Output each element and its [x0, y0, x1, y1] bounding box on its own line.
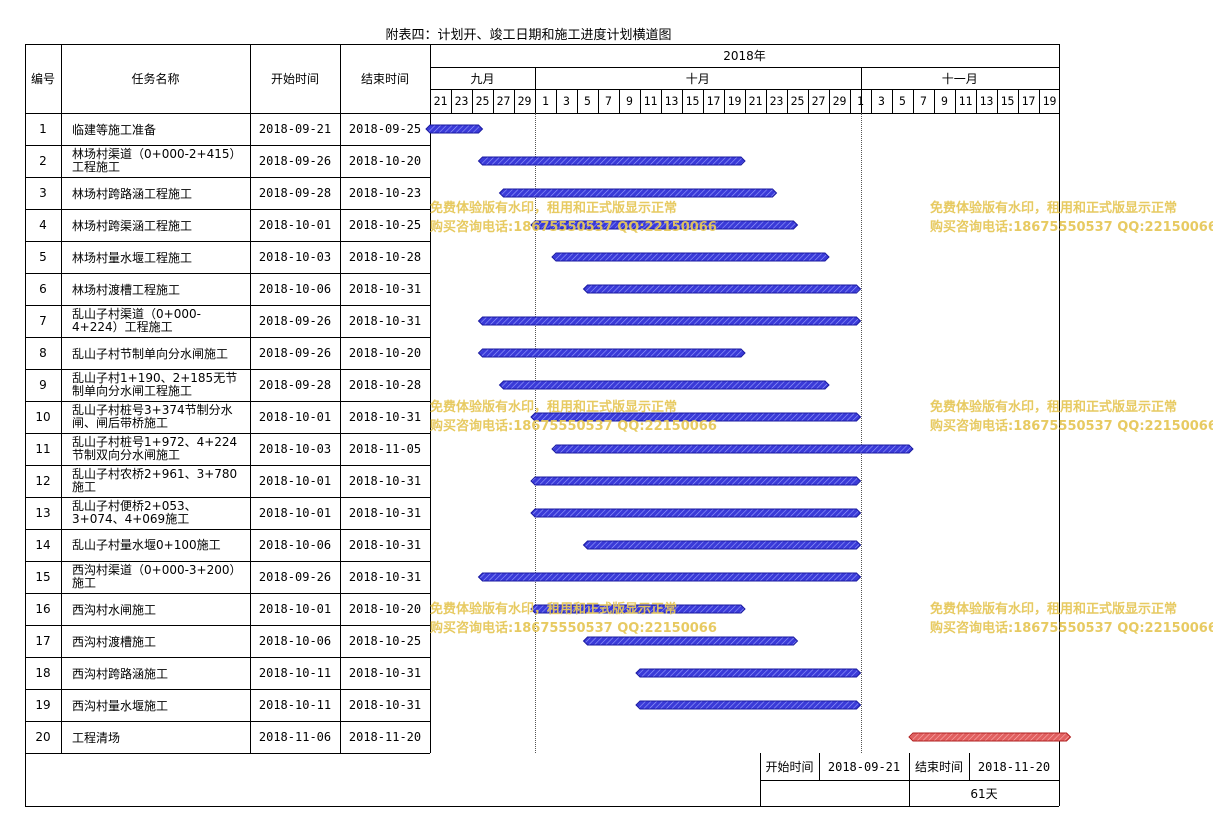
- gantt-bar: [551, 252, 830, 262]
- watermark-line2: 购买咨询电话:18675550537 QQ:22150066: [430, 621, 717, 636]
- gantt-bar: [582, 284, 862, 294]
- watermark-line2: 购买咨询电话:18675550537 QQ:22150066: [930, 419, 1213, 434]
- watermark-line1: 免费体验版有水印，租用和正式版显示正常: [430, 602, 678, 617]
- watermark-line1: 免费体验版有水印，租用和正式版显示正常: [430, 400, 678, 415]
- gantt-bar: [582, 540, 862, 550]
- gantt-bar: [477, 348, 746, 358]
- gantt-bar: [477, 316, 862, 326]
- watermark: 免费体验版有水印，租用和正式版显示正常购买咨询电话:18675550537 QQ…: [430, 600, 717, 638]
- watermark: 免费体验版有水印，租用和正式版显示正常购买咨询电话:18675550537 QQ…: [430, 199, 717, 237]
- gantt-bar: [477, 156, 746, 166]
- watermark: 免费体验版有水印，租用和正式版显示正常购买咨询电话:18675550537 QQ…: [430, 398, 717, 436]
- watermark-line1: 免费体验版有水印，租用和正式版显示正常: [930, 201, 1178, 216]
- watermark: 免费体验版有水印，租用和正式版显示正常购买咨询电话:18675550537 QQ…: [930, 199, 1213, 237]
- gantt-bar: [582, 636, 799, 646]
- watermark-line1: 免费体验版有水印，租用和正式版显示正常: [930, 602, 1178, 617]
- gantt-bar: [635, 668, 862, 678]
- gantt-sheet: 附表四：计划开、竣工日期和施工进度计划横道图 编号 任务名称 开始时间 结束时间 201…: [0, 0, 1213, 830]
- watermark-line2: 购买咨询电话:18675550537 QQ:22150066: [430, 220, 717, 235]
- watermark-line2: 购买咨询电话:18675550537 QQ:22150066: [930, 220, 1213, 235]
- gantt-bar: [530, 476, 862, 486]
- gantt-bar: [498, 188, 778, 198]
- watermark: 免费体验版有水印，租用和正式版显示正常购买咨询电话:18675550537 QQ…: [930, 398, 1213, 436]
- gantt-bar: [498, 380, 830, 390]
- gantt-bar: [908, 732, 1072, 742]
- gantt-bar: [635, 700, 862, 710]
- watermark-line1: 免费体验版有水印，租用和正式版显示正常: [430, 201, 678, 216]
- gantt-bar: [477, 572, 862, 582]
- watermark-line2: 购买咨询电话:18675550537 QQ:22150066: [930, 621, 1213, 636]
- watermark-line2: 购买咨询电话:18675550537 QQ:22150066: [430, 419, 717, 434]
- gantt-bar: [551, 444, 914, 454]
- gantt-bar: [425, 124, 484, 134]
- watermark: 免费体验版有水印，租用和正式版显示正常购买咨询电话:18675550537 QQ…: [930, 600, 1213, 638]
- watermark-line1: 免费体验版有水印，租用和正式版显示正常: [930, 400, 1178, 415]
- gantt-bar: [530, 508, 862, 518]
